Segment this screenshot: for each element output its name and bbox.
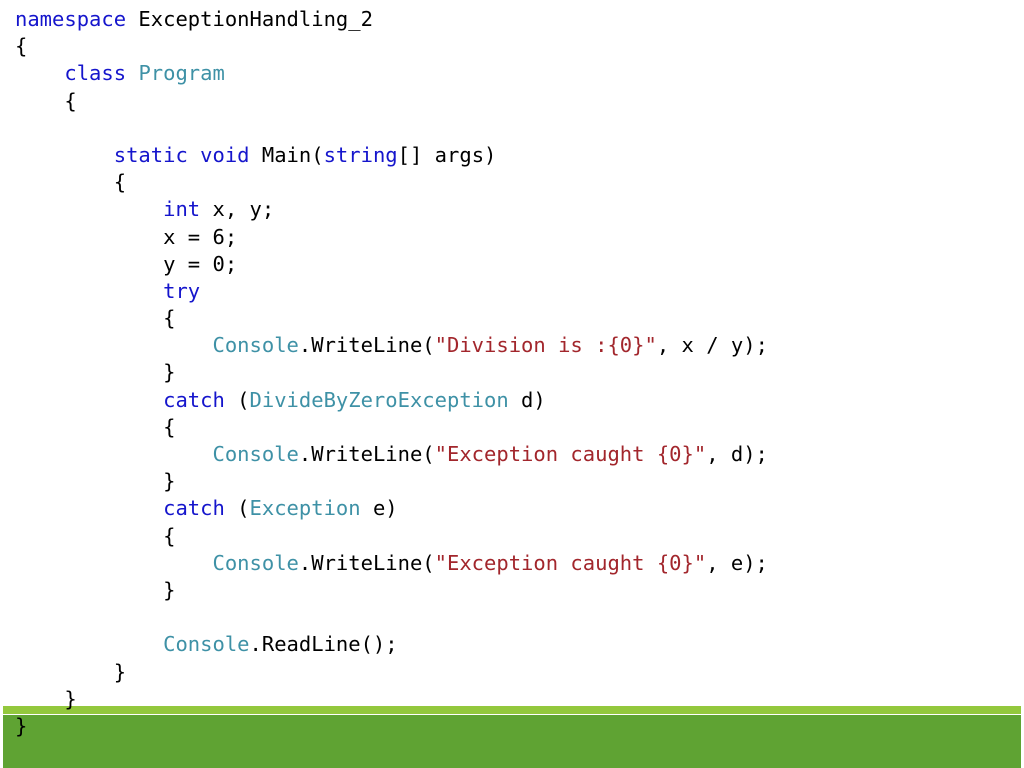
code-block: namespace ExceptionHandling_2{ class Pro… xyxy=(0,0,1024,740)
code-token-pl: .WriteLine( xyxy=(298,442,435,466)
code-token-pl: { xyxy=(113,170,127,195)
code-token-str: "Exception caught {0}" xyxy=(434,550,707,575)
code-token-pl: ExceptionHandling_2 xyxy=(126,7,373,31)
code-token-type: Console xyxy=(212,550,299,575)
code-token-pl: d) xyxy=(508,387,546,412)
code-token-type: Console xyxy=(212,333,299,358)
code-token-pl: { xyxy=(163,414,176,439)
code-token-pl: y = 0; xyxy=(163,251,238,276)
code-line: { xyxy=(0,33,1024,60)
code-line: try xyxy=(0,278,1024,305)
code-line: Console.ReadLine(); xyxy=(0,631,1024,658)
code-token-pl: { xyxy=(163,523,176,548)
code-token-kw: catch xyxy=(163,387,225,412)
code-token-kw: namespace xyxy=(15,7,127,31)
code-line: Console.WriteLine("Exception caught {0}"… xyxy=(0,441,1024,468)
code-token-pl: ( xyxy=(224,496,250,521)
code-line: } xyxy=(0,659,1024,686)
code-line: } xyxy=(0,713,1024,740)
code-token-kw: catch xyxy=(163,496,225,521)
code-token-pl: } xyxy=(15,713,28,738)
code-line: namespace ExceptionHandling_2 xyxy=(0,6,1024,33)
code-token-pl: .WriteLine( xyxy=(298,550,435,575)
code-line: } xyxy=(0,577,1024,604)
code-token-pl: e) xyxy=(360,496,398,521)
code-token-pl: , x / y); xyxy=(656,333,768,358)
code-token-kw: class xyxy=(64,61,127,86)
code-token-type: Console xyxy=(163,632,250,657)
code-token-kw: string xyxy=(323,142,398,167)
code-line: catch (DivideByZeroException d) xyxy=(0,387,1024,414)
code-line: { xyxy=(0,414,1024,441)
code-token-pl: } xyxy=(163,577,176,602)
code-token-pl: ( xyxy=(224,387,250,412)
code-token-type: Console xyxy=(212,442,299,466)
code-token-kw: int xyxy=(163,197,201,222)
code-token-pl: x, y; xyxy=(200,197,275,222)
code-line: { xyxy=(0,305,1024,332)
code-line: { xyxy=(0,169,1024,196)
code-slide: namespace ExceptionHandling_2{ class Pro… xyxy=(0,0,1024,768)
code-token-kw: static void xyxy=(113,142,250,167)
code-token-str: "Exception caught {0}" xyxy=(434,442,707,466)
code-token-pl: .WriteLine( xyxy=(298,333,435,358)
code-token-pl: } xyxy=(163,360,176,385)
code-line: static void Main(string[] args) xyxy=(0,142,1024,169)
code-token-pl: .ReadLine(); xyxy=(249,632,398,657)
code-token-type: Exception xyxy=(249,496,361,521)
code-token-pl: , e); xyxy=(706,550,768,575)
code-line: int x, y; xyxy=(0,196,1024,223)
code-token-pl: { xyxy=(64,88,77,113)
code-line: { xyxy=(0,523,1024,550)
code-token-pl: { xyxy=(163,306,176,331)
code-token-pl: } xyxy=(163,469,176,494)
code-line: } xyxy=(0,359,1024,386)
code-token-pl: } xyxy=(113,659,127,684)
code-token-pl: { xyxy=(15,34,28,59)
code-token-pl: , d); xyxy=(706,442,768,466)
code-token-pl: x = 6; xyxy=(163,224,238,249)
code-line: y = 0; xyxy=(0,251,1024,278)
code-line: } xyxy=(0,468,1024,495)
code-token-pl: } xyxy=(64,686,77,711)
code-line: x = 6; xyxy=(0,224,1024,251)
code-line: { xyxy=(0,88,1024,115)
code-line: } xyxy=(0,686,1024,713)
code-token-pl: [] args) xyxy=(397,142,497,167)
code-token-type: DivideByZeroException xyxy=(249,387,509,412)
code-token-kw: try xyxy=(163,278,201,303)
code-line: catch (Exception e) xyxy=(0,495,1024,522)
code-token-str: "Division is :{0}" xyxy=(434,333,657,358)
code-line: Console.WriteLine("Division is :{0}", x … xyxy=(0,332,1024,359)
code-line: Console.WriteLine("Exception caught {0}"… xyxy=(0,550,1024,577)
code-token-pl: Main( xyxy=(249,142,324,167)
code-token-type: Program xyxy=(138,61,225,86)
code-line: class Program xyxy=(0,60,1024,87)
